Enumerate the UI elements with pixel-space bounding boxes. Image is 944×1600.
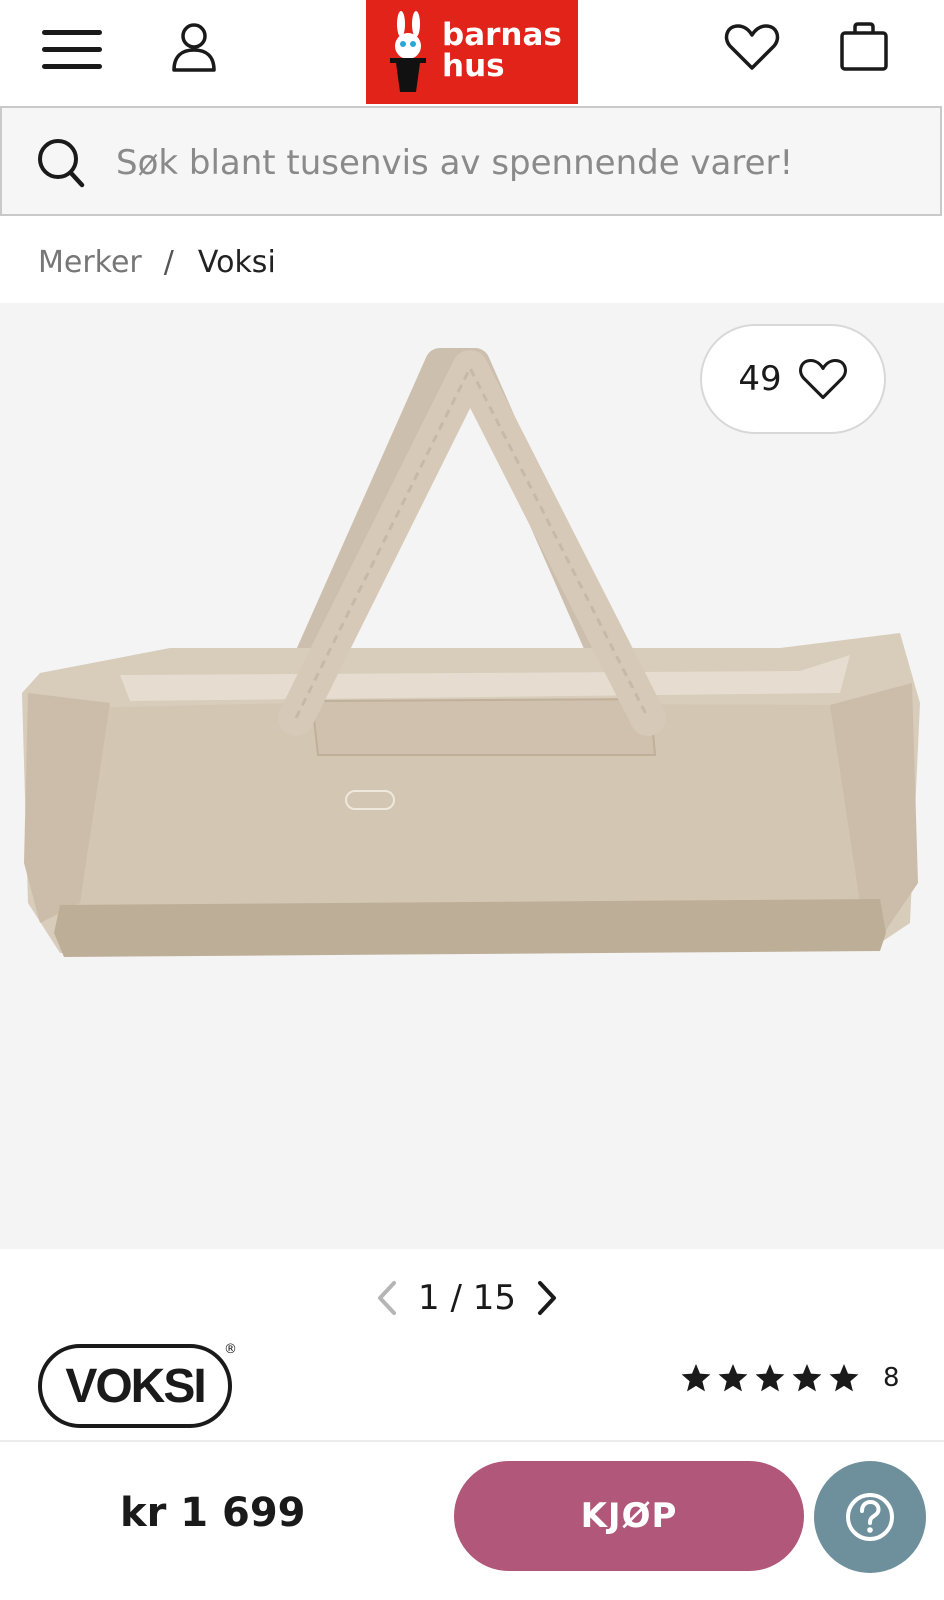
wishlist-button[interactable] (718, 14, 786, 80)
logo-text: barnas hus (442, 20, 562, 82)
site-header: barnas hus (0, 0, 944, 104)
pager-total: 15 (472, 1278, 516, 1318)
star-icon (755, 1364, 785, 1392)
cart-button[interactable] (832, 14, 896, 80)
star-icon (718, 1364, 748, 1392)
favorite-count-button[interactable]: 49 (700, 324, 886, 434)
menu-button[interactable] (36, 22, 108, 78)
breadcrumb: Merker / Voksi (38, 240, 276, 284)
site-logo[interactable]: barnas hus (366, 0, 578, 104)
previous-image-button[interactable] (370, 1272, 404, 1324)
product-image (22, 348, 920, 957)
chevron-right-icon (538, 1281, 556, 1315)
help-icon (846, 1493, 894, 1541)
shopping-bag-icon (840, 22, 888, 71)
search-input[interactable] (114, 132, 918, 194)
search-icon[interactable] (36, 136, 86, 190)
breadcrumb-link-merker[interactable]: Merker (38, 245, 142, 280)
product-rating[interactable]: 8 (680, 1358, 900, 1398)
search-bar (0, 106, 942, 216)
heart-icon (724, 24, 780, 70)
star-icon (792, 1364, 822, 1392)
star-icon (681, 1364, 711, 1392)
rating-count: 8 (883, 1363, 900, 1393)
brand-logo[interactable]: VOKSI (38, 1344, 232, 1428)
divider (0, 1440, 944, 1442)
pager-position: 1 / 15 (418, 1278, 516, 1318)
pager-separator: / (450, 1278, 462, 1318)
breadcrumb-current: Voksi (197, 244, 276, 280)
brand-registered-mark: ® (224, 1342, 237, 1357)
account-button[interactable] (162, 16, 226, 80)
image-pager: 1 / 15 (370, 1272, 580, 1324)
logo-line-2: hus (442, 48, 505, 84)
breadcrumb-separator: / (163, 244, 174, 280)
chevron-left-icon (378, 1281, 396, 1315)
menu-icon (42, 30, 102, 69)
buy-button[interactable]: KJØP (454, 1461, 804, 1571)
next-image-button[interactable] (530, 1272, 564, 1324)
account-icon (172, 23, 216, 72)
heart-icon (798, 358, 847, 400)
product-price: kr 1 699 (120, 1490, 306, 1536)
star-icon (829, 1364, 859, 1392)
favorite-count: 49 (738, 359, 782, 399)
rabbit-in-hat-icon (390, 11, 426, 92)
help-button[interactable] (814, 1461, 926, 1573)
pager-current: 1 (418, 1278, 440, 1318)
logo-line-1: barnas (442, 17, 562, 53)
product-image-gallery[interactable]: 49 (0, 303, 944, 1249)
